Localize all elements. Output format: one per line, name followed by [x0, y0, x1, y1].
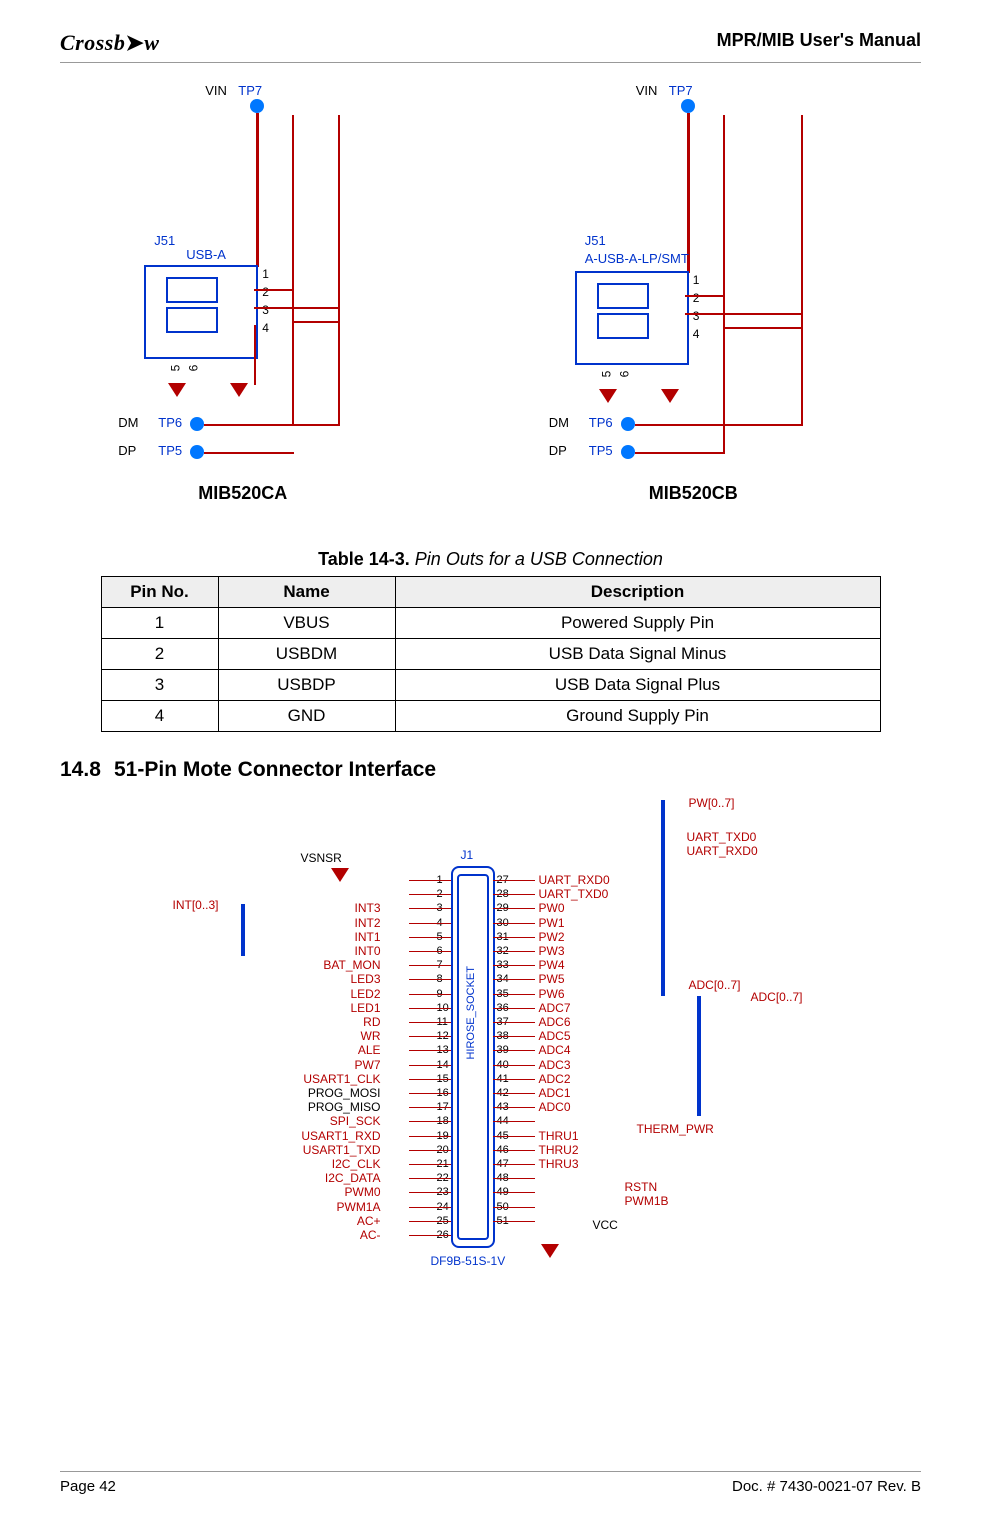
int-bus: INT[0..3] [173, 898, 219, 912]
th-description: Description [395, 577, 880, 608]
left-signal-label: I2C_CLK [221, 1157, 381, 1171]
page-footer: Page 42 Doc. # 7430-0021-07 Rev. B [60, 1471, 921, 1495]
adc-bus-r: ADC[0..7] [751, 990, 803, 1004]
right-signal-label: UART_TXD0 [539, 887, 609, 901]
right-signal-label: ADC3 [539, 1058, 571, 1072]
tp5-dot [190, 445, 204, 459]
page-header: Crossb➤w MPR/MIB User's Manual [60, 30, 921, 63]
schematic-mib520ca: VIN TP7 J51 USB-A 1 2 3 4 5 6 [110, 75, 440, 535]
hirose-socket-text: HIROSE_SOCKET [465, 966, 477, 1060]
pinout-table: Pin No. Name Description 1 VBUS Powered … [101, 576, 881, 732]
right-signal-label: PW0 [539, 901, 565, 915]
left-signal-label: INT0 [221, 944, 381, 958]
right-signal-label: PW2 [539, 930, 565, 944]
tp5-label: TP5 [158, 443, 182, 458]
right-signal-label: PW3 [539, 944, 565, 958]
left-signal-label: PWM1A [221, 1200, 381, 1214]
footer-page: Page 42 [60, 1478, 116, 1495]
usb-type-a: USB-A [186, 247, 226, 262]
tp7-label: TP7 [238, 83, 262, 98]
dp-label: DP [118, 443, 136, 458]
table-caption: Table 14-3. Pin Outs for a USB Connectio… [60, 549, 921, 570]
usb-type-b: A-USB-A-LP/SMT [585, 251, 689, 266]
left-signal-label: AC+ [221, 1214, 381, 1228]
j51-label: J51 [154, 233, 175, 248]
right-signal-label: ADC4 [539, 1043, 571, 1057]
right-signal-label: PW6 [539, 987, 565, 1001]
left-signal-label: I2C_DATA [221, 1171, 381, 1185]
left-signal-label: LED3 [221, 972, 381, 986]
tp7-dot [250, 99, 264, 113]
left-signal-label: USART1_RXD [221, 1129, 381, 1143]
left-signal-label: USART1_TXD [221, 1143, 381, 1157]
right-signal-label: PW4 [539, 958, 565, 972]
left-signal-label: SPI_SCK [221, 1114, 381, 1128]
left-signal-label: INT2 [221, 916, 381, 930]
hirose-part: DF9B-51S-1V [431, 1254, 506, 1268]
left-signal-label: WR [221, 1029, 381, 1043]
left-signal-label: RD [221, 1015, 381, 1029]
crossbow-logo: Crossb➤w [60, 30, 159, 56]
right-signal-label: ADC1 [539, 1086, 571, 1100]
section-heading: 14.851-Pin Mote Connector Interface [60, 758, 921, 782]
table-row: 1 VBUS Powered Supply Pin [101, 608, 880, 639]
left-signal-label: PWM0 [221, 1185, 381, 1199]
right-signal-label: ADC5 [539, 1029, 571, 1043]
right-signal-label: THRU1 [539, 1129, 579, 1143]
right-signal-label: ADC0 [539, 1100, 571, 1114]
right-signal-label: ADC2 [539, 1072, 571, 1086]
board-label-b: MIB520CB [649, 483, 738, 504]
j1-label: J1 [461, 848, 474, 862]
table-row: 3 USBDP USB Data Signal Plus [101, 670, 880, 701]
vsnsr-label: VSNSR [301, 851, 342, 865]
left-signal-label: AC- [221, 1228, 381, 1242]
left-signal-label: USART1_CLK [221, 1072, 381, 1086]
dm-label: DM [118, 415, 138, 430]
right-signal-label: UART_RXD0 [539, 873, 610, 887]
adc-bus-l: ADC[0..7] [689, 978, 741, 992]
manual-title: MPR/MIB User's Manual [717, 30, 921, 51]
schematic-mib520cb: VIN TP7 J51 A-USB-A-LP/SMT 1 2 3 4 5 6 D… [541, 75, 871, 535]
therm-pwr: THERM_PWR [637, 1122, 714, 1136]
left-signal-label: INT3 [221, 901, 381, 915]
right-signal-label: THRU3 [539, 1157, 579, 1171]
vcc: VCC [593, 1218, 618, 1232]
left-signal-label: INT1 [221, 930, 381, 944]
pw-bus: PW[0..7] [689, 796, 735, 810]
pwm1b: PWM1B [625, 1194, 669, 1208]
left-signal-label: PW7 [221, 1058, 381, 1072]
right-signal-label: PW1 [539, 916, 565, 930]
right-signal-label: THRU2 [539, 1143, 579, 1157]
tp6-label: TP6 [158, 415, 182, 430]
table-row: 4 GND Ground Supply Pin [101, 701, 880, 732]
left-signal-label: PROG_MISO [221, 1100, 381, 1114]
right-signal-label: PW5 [539, 972, 565, 986]
tp6-dot [190, 417, 204, 431]
vin-label: VIN [205, 83, 227, 98]
left-signal-label: BAT_MON [221, 958, 381, 972]
right-signal-label: ADC7 [539, 1001, 571, 1015]
board-label-a: MIB520CA [198, 483, 287, 504]
right-signal-label: ADC6 [539, 1015, 571, 1029]
table-header-row: Pin No. Name Description [101, 577, 880, 608]
left-signal-label: PROG_MOSI [221, 1086, 381, 1100]
left-signal-label: LED2 [221, 987, 381, 1001]
uart-txd0-top: UART_TXD0 [687, 830, 757, 844]
rstn: RSTN [625, 1180, 658, 1194]
th-pin-no: Pin No. [101, 577, 218, 608]
th-name: Name [218, 577, 395, 608]
footer-doc: Doc. # 7430-0021-07 Rev. B [732, 1478, 921, 1495]
uart-rxd0-top: UART_RXD0 [687, 844, 758, 858]
table-row: 2 USBDM USB Data Signal Minus [101, 639, 880, 670]
left-signal-label: LED1 [221, 1001, 381, 1015]
left-signal-label: ALE [221, 1043, 381, 1057]
hirose-diagram: HIROSE_SOCKET J1 DF9B-51S-1V PW[0..7] UA… [141, 796, 841, 1316]
usb-schematics-row: VIN TP7 J51 USB-A 1 2 3 4 5 6 [60, 75, 921, 535]
